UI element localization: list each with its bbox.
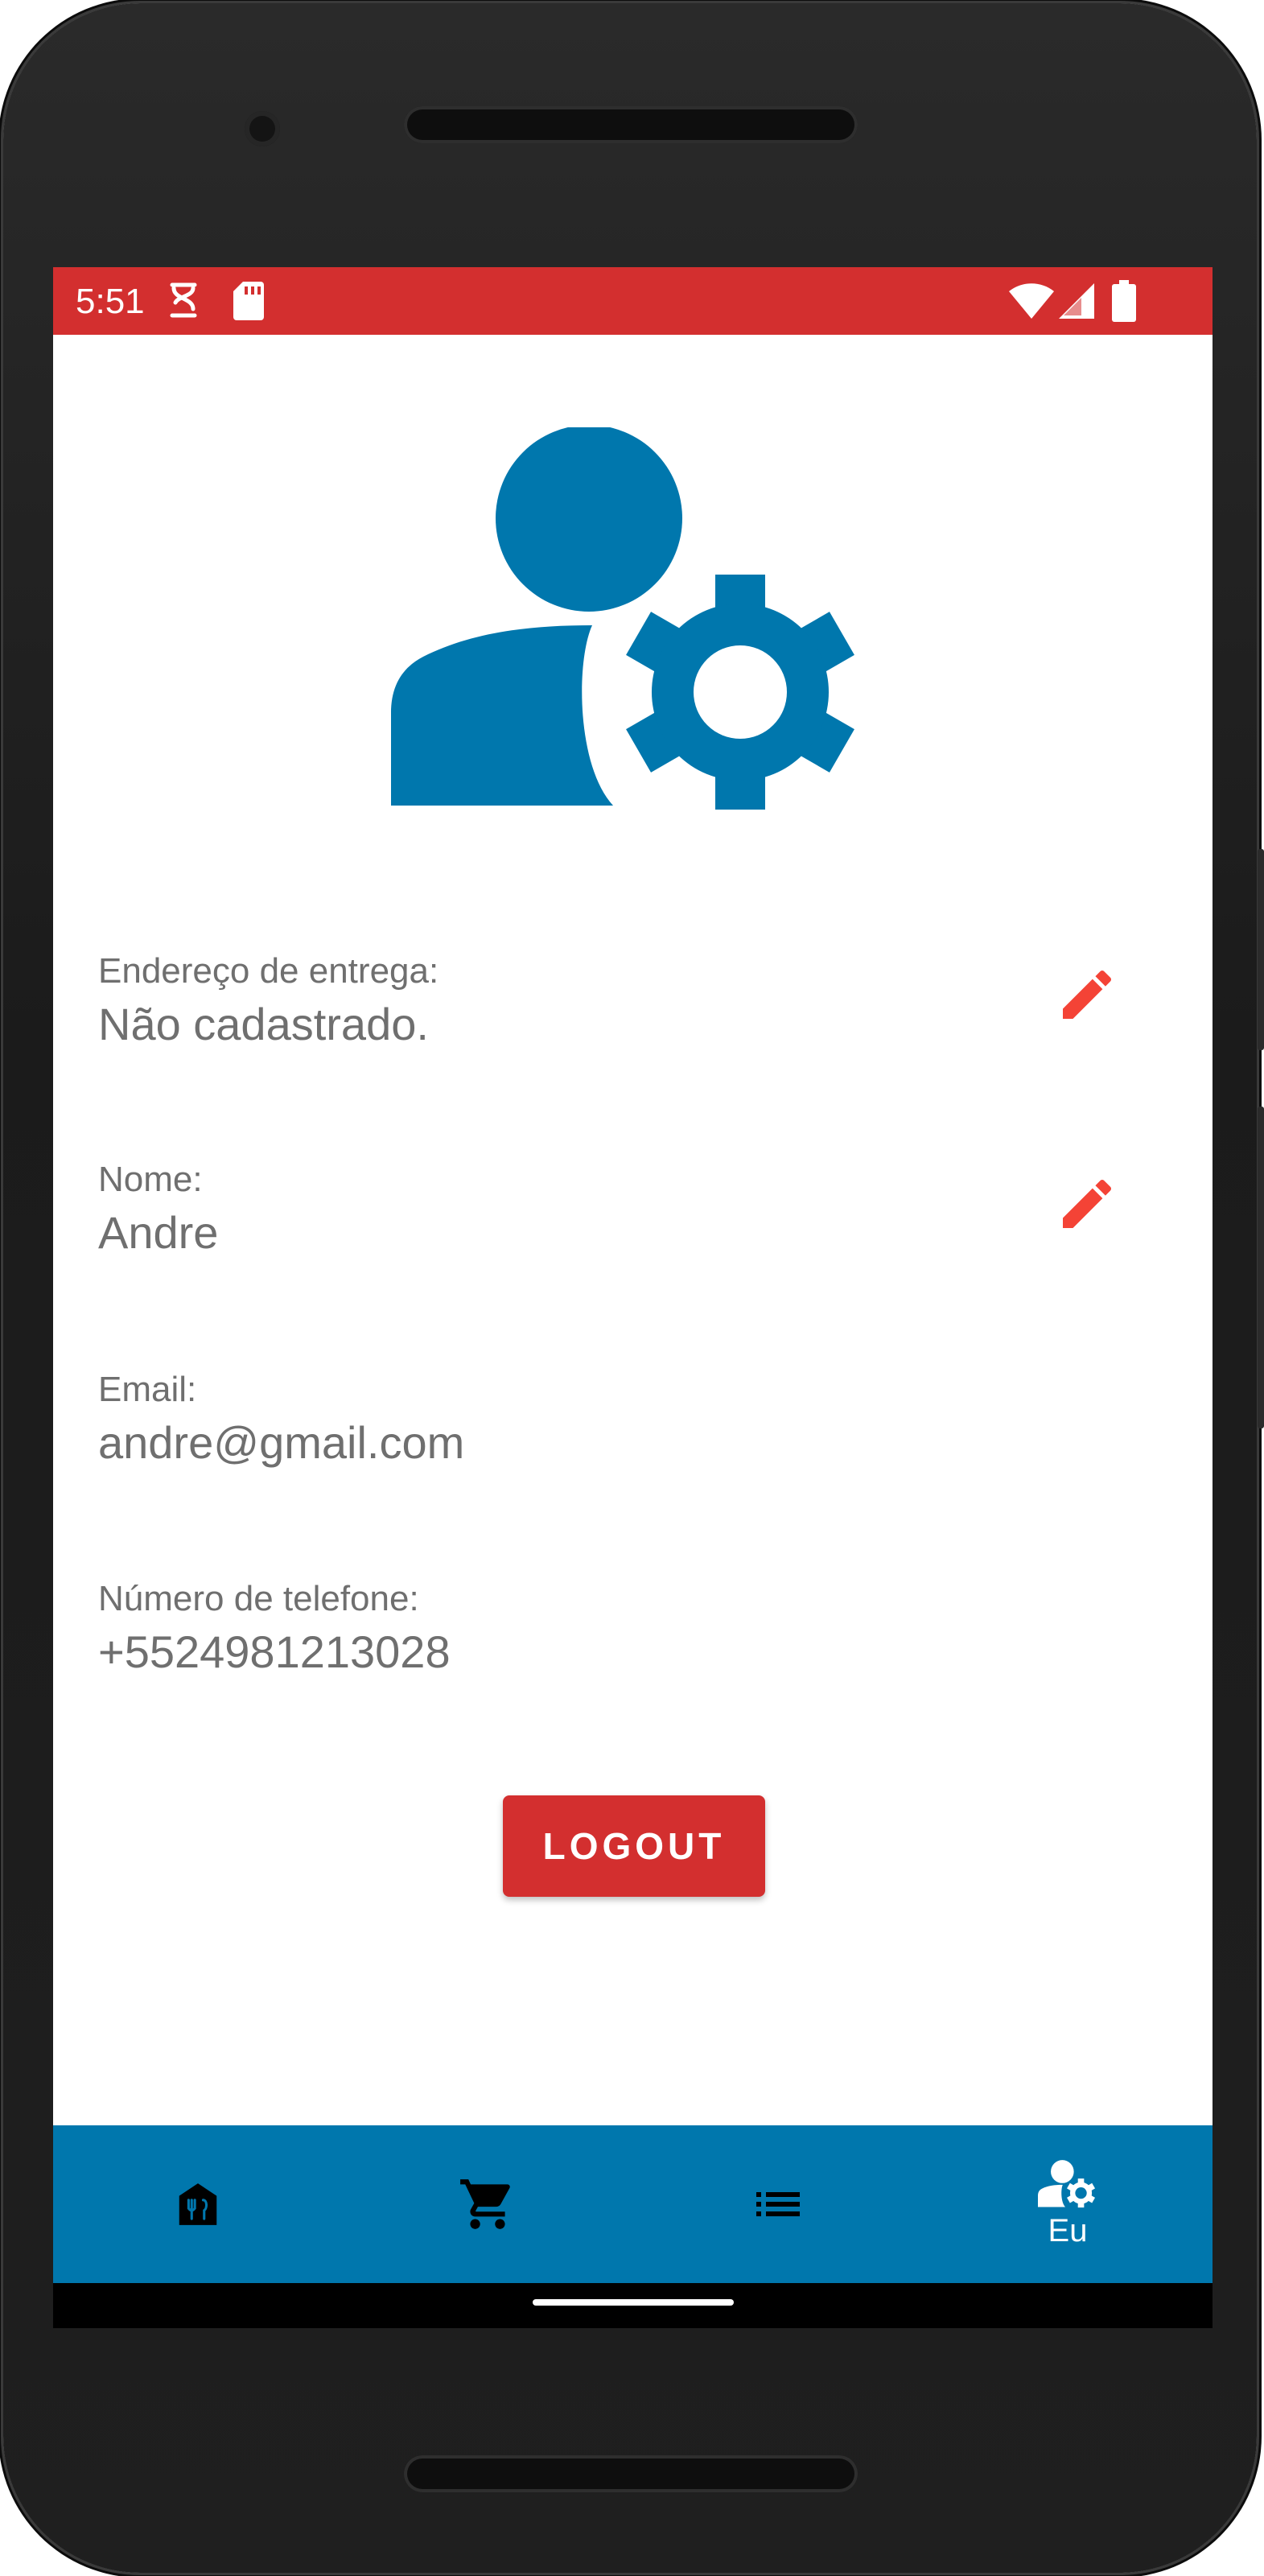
restaurant-home-icon [179,2183,217,2225]
volume-button [1258,1107,1264,1428]
field-label: Endereço de entrega: [98,951,439,991]
nav-item-orders[interactable] [633,2125,923,2283]
home-gesture-handle[interactable] [533,2299,734,2306]
screen: 5:51 Endereço de entrega: Não cadastrado… [53,267,1213,2328]
nav-item-profile[interactable]: Eu [923,2125,1213,2283]
nav-item-home[interactable] [53,2125,343,2283]
system-nav-bar [53,2283,1213,2328]
bottom-speaker [404,2455,858,2492]
power-button [1258,849,1264,1050]
wifi-icon [1009,283,1054,323]
data-saver-icon [166,280,201,324]
list-icon [756,2192,800,2216]
status-bar: 5:51 [53,267,1213,335]
logout-button[interactable]: LOGOUT [503,1795,765,1897]
user-settings-icon [391,425,874,838]
field-value: andre@gmail.com [98,1417,465,1468]
status-time: 5:51 [76,282,145,321]
pencil-icon [1063,970,1112,1019]
nav-item-cart[interactable] [343,2125,632,2283]
field-label: Email: [98,1370,197,1409]
field-phone: Número de telefone: +5524981213028 [98,1579,1144,1678]
field-value: +5524981213028 [98,1626,451,1677]
phone-frame: 5:51 Endereço de entrega: Não cadastrado… [3,3,1257,2573]
cart-icon [460,2179,510,2229]
front-camera [245,111,280,146]
field-label: Número de telefone: [98,1579,419,1618]
signal-icon [1059,283,1094,323]
nav-item-label: Eu [1048,2212,1088,2248]
bottom-nav: Eu [53,2125,1213,2283]
sd-card-icon [233,280,264,324]
top-speaker [404,106,858,143]
field-name: Nome: Andre [98,1160,1144,1259]
edit-address-button[interactable] [1055,962,1119,1027]
pencil-icon [1063,1179,1112,1228]
field-label: Nome: [98,1160,203,1199]
user-settings-icon [1038,2159,1096,2207]
field-value: Não cadastrado. [98,999,429,1049]
battery-icon [1112,280,1136,326]
field-value: Andre [98,1207,219,1258]
edit-name-button[interactable] [1055,1172,1119,1236]
field-email: Email: andre@gmail.com [98,1370,1144,1469]
field-delivery-address: Endereço de entrega: Não cadastrado. [98,951,1144,1050]
